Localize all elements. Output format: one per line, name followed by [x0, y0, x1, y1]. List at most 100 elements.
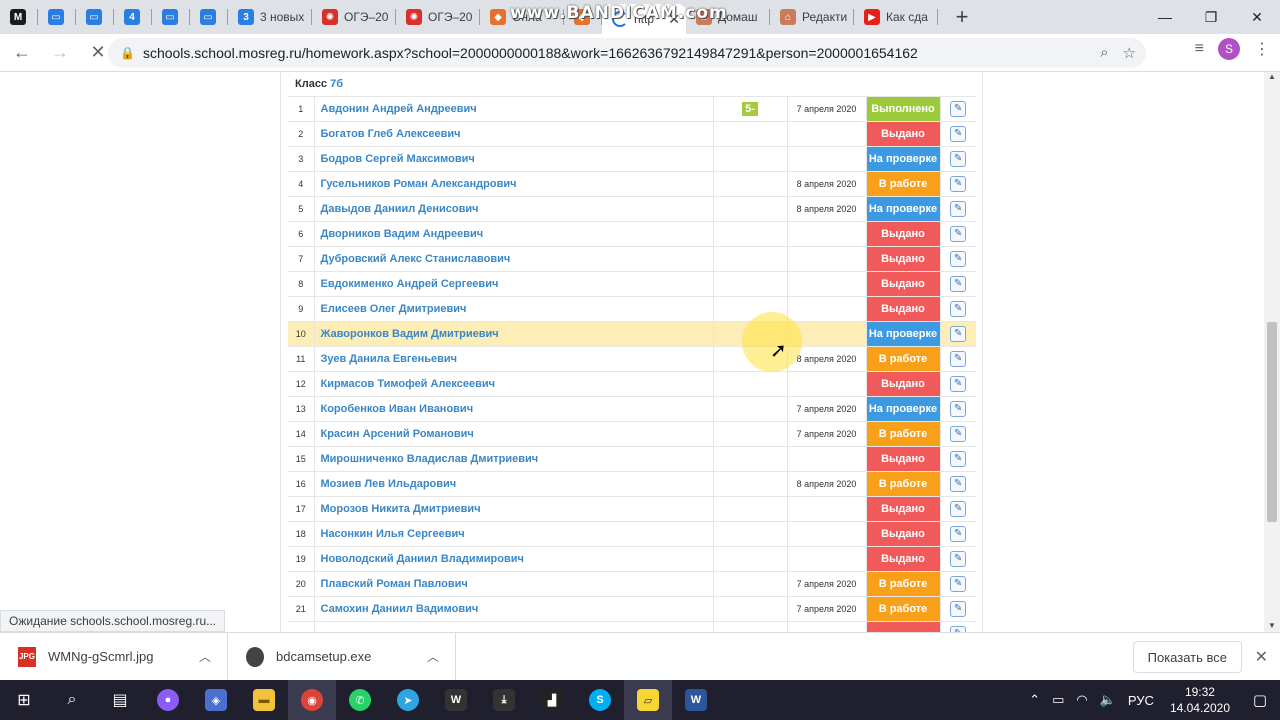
pencil-icon[interactable]: ✎ [950, 601, 967, 617]
pencil-icon[interactable]: ✎ [950, 526, 967, 542]
student-name-link[interactable]: Коробенков Иван Иванович [314, 396, 714, 422]
wifi-icon[interactable]: ◠ [1076, 692, 1087, 708]
browser-tab[interactable]: 4 [114, 0, 152, 34]
taskbar-app[interactable]: S [576, 680, 624, 720]
exe-file-icon [246, 646, 264, 667]
scroll-down-icon[interactable]: ▼ [1268, 621, 1276, 630]
minimize-button[interactable]: — [1142, 0, 1188, 34]
student-name-link[interactable]: Зуев Данила Евгеньевич [314, 346, 714, 372]
bookmark-star-icon[interactable]: ☆ [1123, 44, 1136, 62]
student-name-link[interactable]: Елисеев Олег Дмитриевич [314, 296, 714, 322]
profile-avatar[interactable]: S [1218, 38, 1240, 60]
student-name-link[interactable]: Богатов Глеб Алексеевич [314, 121, 714, 147]
volume-icon[interactable]: 🔈 [1100, 692, 1116, 708]
maximize-button[interactable]: ❐ [1188, 0, 1234, 34]
taskbar-app[interactable]: ✆ [336, 680, 384, 720]
clock[interactable]: 19:32 14.04.2020 [1170, 684, 1230, 716]
student-name-link[interactable]: Плавский Роман Павлович [314, 571, 714, 597]
download-item[interactable]: JPG WMNg-gScmrl.jpg ︿ [0, 632, 228, 681]
pencil-icon[interactable]: ✎ [950, 576, 967, 592]
media-control-icon[interactable]: ≡ [1195, 40, 1204, 58]
pencil-icon[interactable]: ✎ [950, 376, 967, 392]
pencil-icon[interactable]: ✎ [950, 401, 967, 417]
pencil-icon[interactable]: ✎ [950, 501, 967, 517]
student-name-link[interactable]: Насонкин Илья Сергеевич [314, 521, 714, 547]
taskbar-app[interactable]: ▱ [624, 680, 672, 720]
browser-tab[interactable]: ✺ ОГЭ–20 [396, 0, 480, 34]
battery-icon[interactable]: ▭ [1052, 692, 1064, 708]
taskbar-app[interactable]: ◈ [192, 680, 240, 720]
pencil-icon[interactable]: ✎ [950, 276, 967, 292]
student-name-link[interactable]: Морозов Никита Дмитриевич [314, 496, 714, 522]
chevron-up-icon[interactable]: ⌃ [1029, 692, 1040, 708]
taskbar-app[interactable]: ▟ [528, 680, 576, 720]
taskbar-app[interactable]: ▬ [240, 680, 288, 720]
pencil-icon[interactable]: ✎ [950, 251, 967, 267]
browser-tab[interactable]: ▭ [190, 0, 228, 34]
student-name-link[interactable]: Мирошниченко Владислав Дмитриевич [314, 446, 714, 472]
page-scrollbar[interactable]: ▲ ▼ [1264, 72, 1280, 632]
close-window-button[interactable]: ✕ [1234, 0, 1280, 34]
pencil-icon[interactable]: ✎ [950, 426, 967, 442]
browser-tab[interactable]: ⌂ Редакти [770, 0, 854, 34]
student-name-link[interactable] [314, 621, 714, 632]
browser-tab[interactable]: 3 3 новых [228, 0, 312, 34]
pencil-icon[interactable]: ✎ [950, 451, 967, 467]
show-all-button[interactable]: Показать все [1132, 641, 1242, 673]
notifications-icon[interactable]: ▢ [1240, 680, 1280, 720]
taskbar-app[interactable]: ◉ [288, 680, 336, 720]
zoom-icon[interactable]: ⌕ [1100, 44, 1108, 62]
student-name-link[interactable]: Самохин Даниил Вадимович [314, 596, 714, 622]
student-name-link[interactable]: Новолодский Даниил Владимирович [314, 546, 714, 572]
browser-tab[interactable]: M [0, 0, 38, 34]
start-button[interactable]: ⊞ [0, 680, 48, 720]
browser-tab[interactable]: ✺ ОГЭ–20 [312, 0, 396, 34]
student-name-link[interactable]: Авдонин Андрей Андреевич [314, 96, 714, 122]
address-bar[interactable]: 🔒 schools.school.mosreg.ru/homework.aspx… [108, 38, 1146, 68]
pencil-icon[interactable]: ✎ [950, 351, 967, 367]
language-indicator[interactable]: РУС [1128, 693, 1154, 708]
chevron-up-icon[interactable]: ︿ [427, 648, 439, 665]
search-button[interactable]: ⌕ [48, 680, 96, 720]
pencil-icon[interactable]: ✎ [950, 201, 967, 217]
pencil-icon[interactable]: ✎ [950, 551, 967, 567]
student-name-link[interactable]: Давыдов Даниил Денисович [314, 196, 714, 222]
pencil-icon[interactable]: ✎ [950, 101, 967, 117]
download-item[interactable]: bdcamsetup.exe ︿ [228, 632, 456, 681]
student-name-link[interactable]: Дубровский Алекс Станиславович [314, 246, 714, 272]
taskbar-app[interactable]: W [432, 680, 480, 720]
class-link[interactable]: 7б [330, 78, 343, 90]
pencil-icon[interactable]: ✎ [950, 126, 967, 142]
student-name-link[interactable]: Евдокименко Андрей Сергеевич [314, 271, 714, 297]
taskbar-app[interactable]: ⤓ [480, 680, 528, 720]
chevron-up-icon[interactable]: ︿ [199, 648, 211, 665]
taskbar-app[interactable]: ➤ [384, 680, 432, 720]
scroll-up-icon[interactable]: ▲ [1268, 72, 1276, 81]
taskbar-app[interactable]: ● [144, 680, 192, 720]
browser-tab[interactable]: ▭ [152, 0, 190, 34]
student-name-link[interactable]: Дворников Вадим Андреевич [314, 221, 714, 247]
forward-button[interactable]: → [44, 37, 76, 69]
pencil-icon[interactable]: ✎ [950, 176, 967, 192]
pencil-icon[interactable]: ✎ [950, 226, 967, 242]
student-name-link[interactable]: Гусельников Роман Александрович [314, 171, 714, 197]
pencil-icon[interactable]: ✎ [950, 476, 967, 492]
student-name-link[interactable]: Красин Арсений Романович [314, 421, 714, 447]
pencil-icon[interactable]: ✎ [950, 151, 967, 167]
new-tab-button[interactable]: + [948, 0, 976, 34]
student-name-link[interactable]: Мозиев Лев Ильдарович [314, 471, 714, 497]
browser-tab[interactable]: ▭ [76, 0, 114, 34]
student-name-link[interactable]: Жаворонков Вадим Дмитриевич [314, 321, 714, 347]
pencil-icon[interactable]: ✎ [950, 326, 967, 342]
task-view-button[interactable]: ▤ [96, 680, 144, 720]
student-name-link[interactable]: Бодров Сергей Максимович [314, 146, 714, 172]
browser-tab[interactable]: ▶ Как сда [854, 0, 938, 34]
browser-tab[interactable]: ▭ [38, 0, 76, 34]
taskbar-app[interactable]: W [672, 680, 720, 720]
close-downloads-icon[interactable]: ✕ [1255, 647, 1268, 667]
back-button[interactable]: ← [6, 37, 38, 69]
student-name-link[interactable]: Кирмасов Тимофей Алексеевич [314, 371, 714, 397]
pencil-icon[interactable]: ✎ [950, 301, 967, 317]
menu-dots-icon[interactable]: ⋮ [1254, 39, 1270, 59]
scrollbar-thumb[interactable] [1267, 322, 1277, 522]
